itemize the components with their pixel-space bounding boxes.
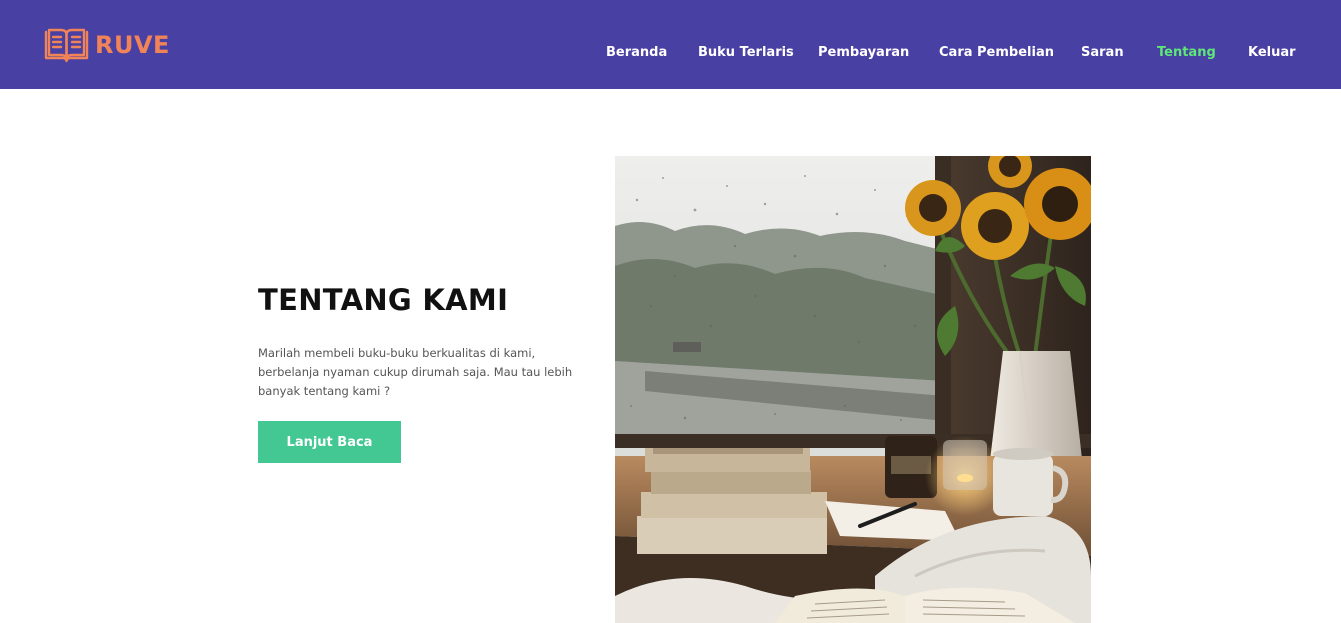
open-book-icon [44,28,89,63]
nav-tentang[interactable]: Tentang [1157,44,1216,62]
nav-beranda[interactable]: Beranda [606,44,667,62]
nav-buku-terlaris[interactable]: Buku Terlaris [698,44,794,62]
nav-pembayaran[interactable]: Pembayaran [818,44,909,62]
nav-saran[interactable]: Saran [1081,44,1124,62]
page-title: TENTANG KAMI [258,283,509,317]
hero-photo [615,156,1091,623]
top-navbar: RUVE Beranda Buku Terlaris Pembayaran Ca… [0,0,1341,89]
about-description: Marilah membeli buku-buku berkualitas di… [258,346,573,398]
brand-name: RUVE [95,31,170,59]
brand-logo[interactable]: RUVE [44,27,170,63]
nav-cara-pembelian[interactable]: Cara Pembelian [939,44,1054,62]
read-more-button[interactable]: Lanjut Baca [258,421,401,463]
nav-keluar[interactable]: Keluar [1248,44,1296,62]
rainy-window-photo-illustration [615,156,1091,623]
